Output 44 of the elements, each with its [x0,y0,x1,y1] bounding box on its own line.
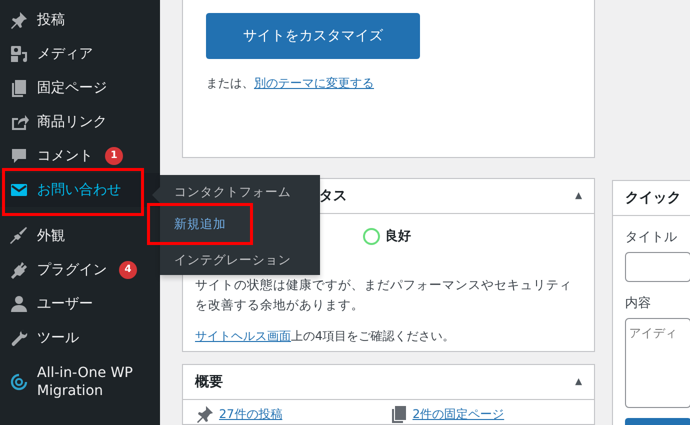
pushpin-icon [195,404,215,424]
health-hint: 上の4項目をご確認ください。 [291,328,455,346]
collapse-toggle[interactable]: ▲ [575,377,582,387]
speech-bubble-icon [9,146,29,166]
sidebar-menu-item[interactable]: 固定ページ [0,71,160,105]
change-theme-link[interactable]: 別のテーマに変更する [254,75,374,92]
circular-arrow-icon [9,372,29,392]
sidebar-menu-item[interactable]: 外観 [0,219,160,253]
submenu-item[interactable]: コンタクトフォーム [160,181,320,203]
sidebar-menu-item[interactable]: プラグイン 4 [0,253,160,287]
plug-icon [9,260,29,280]
person-icon [9,294,29,314]
site-health-link[interactable]: サイトヘルス画面 [195,328,291,346]
count-badge: 1 [105,147,123,165]
sidebar-menu-item[interactable]: ユーザー [0,287,160,321]
card-title: クイック [625,189,681,207]
pushpin-icon [9,10,29,30]
sidebar-menu-item[interactable]: メディア [0,37,160,71]
overview-link[interactable]: 2件の固定ページ [388,404,582,424]
or-text: または、 [206,75,254,92]
sidebar-menu-item[interactable]: All-in-One WP Migration [0,355,160,409]
field-label: タイトル [625,229,678,246]
count-badge: 4 [119,261,137,279]
collapse-toggle[interactable]: ▲ [575,191,582,202]
sidebar-menu-item[interactable]: お問い合わせ [0,173,160,207]
health-message: サイトの状態は健康ですが、まだパフォーマンスやセキュリティを改善する余地があります。 [195,276,573,314]
submenu-item[interactable]: 新規追加 [160,207,320,241]
submenu-item[interactable]: インテグレーション [160,249,320,271]
overview-link[interactable]: 27件の投稿 [195,404,388,424]
sidebar-menu-item[interactable]: 商品リンク [0,105,160,139]
field-label: 内容 [625,295,652,312]
customize-site-button[interactable]: サイトをカスタマイズ [206,13,420,59]
content-input-field[interactable]: アイディ [625,318,690,408]
media-icon [9,44,29,64]
card-title: タス [319,187,347,206]
health-status: 良好 [385,228,411,246]
sidebar-menu-item[interactable]: 投稿 [0,3,160,37]
title-input-field[interactable] [625,252,690,282]
sidebar-menu-item[interactable]: ツール [0,321,160,355]
pages-icon [9,78,29,98]
status-ring-icon [363,228,380,245]
sidebar-menu-item[interactable]: コメント 1 [0,139,160,173]
brush-icon [9,226,29,246]
card-title: 概要 [195,373,223,391]
